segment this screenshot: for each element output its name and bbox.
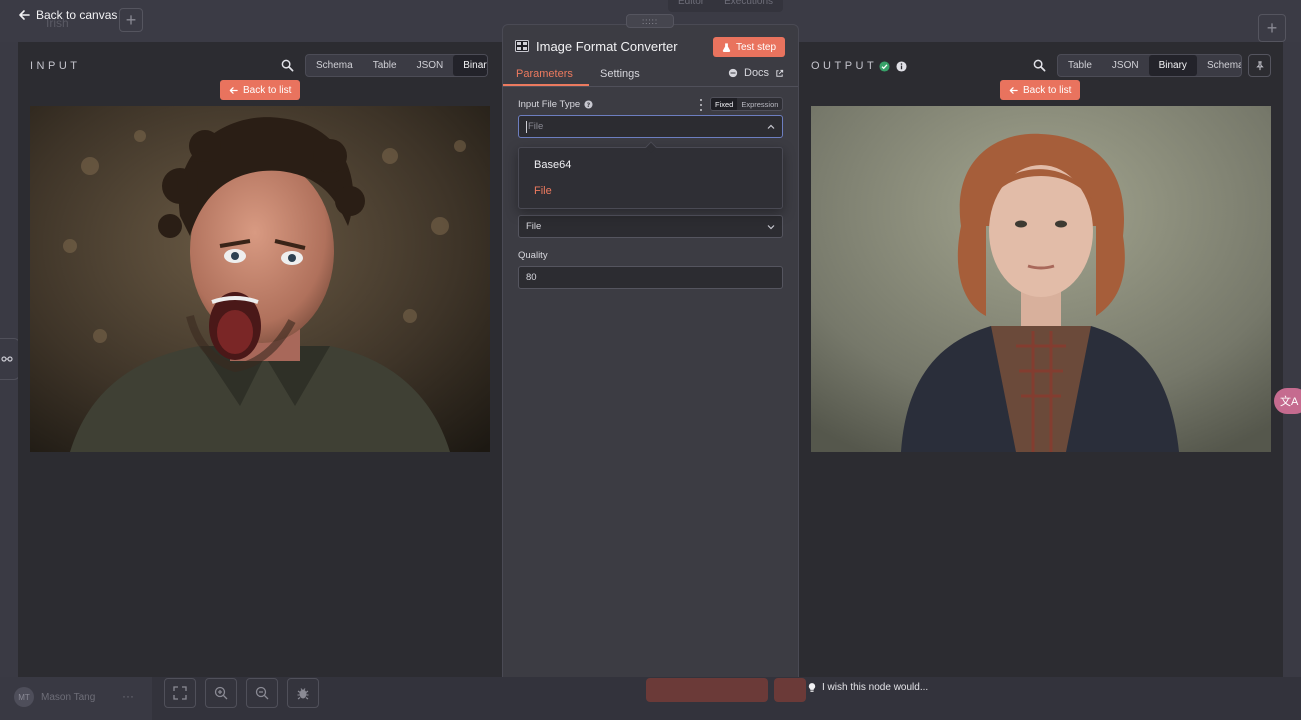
- bug-icon: [297, 688, 309, 700]
- info-icon[interactable]: [896, 60, 907, 72]
- back-to-canvas-label: Back to canvas: [36, 8, 118, 22]
- zoom-out-icon: [255, 686, 269, 700]
- book-icon: [728, 68, 738, 78]
- help-icon[interactable]: ?: [584, 100, 593, 109]
- fullscreen-icon: [173, 686, 187, 700]
- docs-label: Docs: [744, 67, 770, 79]
- user-name: Mason Tang: [41, 692, 96, 703]
- input-pane-header: INPUT: [30, 54, 81, 78]
- output-pane-title: OUTPUT: [811, 60, 878, 72]
- docs-link[interactable]: Docs: [728, 67, 784, 79]
- execute-workflow-button[interactable]: [646, 678, 768, 702]
- input-mode-json[interactable]: JSON: [407, 55, 454, 76]
- clear-execution-button[interactable]: [774, 678, 806, 702]
- lightbulb-icon: [808, 683, 816, 692]
- back-to-canvas-button[interactable]: Back to canvas: [18, 8, 117, 22]
- external-link-icon: [776, 69, 784, 77]
- output-mode-schema[interactable]: Schema: [1197, 55, 1241, 76]
- output-mode-binary[interactable]: Binary: [1148, 55, 1197, 76]
- input-back-to-list-label: Back to list: [243, 84, 292, 96]
- quality-label: Quality: [518, 250, 548, 261]
- zoom-out-button[interactable]: [246, 678, 278, 708]
- success-check-icon: [879, 60, 890, 72]
- test-step-button[interactable]: Test step: [713, 37, 786, 57]
- tab-parameters[interactable]: Parameters: [516, 68, 573, 80]
- tab-settings[interactable]: Settings: [600, 68, 640, 80]
- fixed-expression-toggle[interactable]: Fixed Expression: [710, 97, 784, 111]
- avatar[interactable]: MT: [14, 687, 34, 707]
- output-back-to-list-label: Back to list: [1023, 84, 1072, 96]
- debug-button[interactable]: [287, 678, 319, 708]
- link-icon: [1, 356, 13, 362]
- pin-data-button[interactable]: [1248, 54, 1271, 77]
- flask-icon: [722, 42, 731, 52]
- add-node-button[interactable]: +: [1258, 14, 1286, 42]
- input-file-type-select[interactable]: File: [518, 115, 783, 138]
- chevron-down-icon: [767, 225, 775, 230]
- output-back-to-list-button[interactable]: Back to list: [1000, 80, 1081, 100]
- input-file-type-label: Input File Type ?: [518, 99, 593, 110]
- output-binary-image: [811, 106, 1271, 452]
- panel-drag-handle[interactable]: :::::: [626, 14, 674, 28]
- field-options-icon[interactable]: [698, 99, 704, 111]
- input-mode-selector[interactable]: Schema Table JSON Binary: [305, 54, 488, 77]
- text-cursor: [526, 120, 527, 133]
- input-search-icon[interactable]: [280, 58, 294, 72]
- feedback-text: I wish this node would...: [822, 682, 929, 693]
- test-step-label: Test step: [736, 41, 777, 53]
- active-tab-indicator: [503, 84, 589, 86]
- dropdown-arrow: [645, 141, 657, 153]
- input-back-to-list-button[interactable]: Back to list: [220, 80, 301, 100]
- output-type-value: File: [526, 221, 542, 232]
- option-base64[interactable]: Base64: [534, 159, 571, 171]
- user-menu-button[interactable]: ···: [122, 689, 134, 703]
- input-file-type-placeholder: File: [528, 121, 544, 132]
- add-tab-button[interactable]: +: [119, 8, 143, 32]
- mode-expression[interactable]: Expression: [737, 98, 782, 110]
- input-mode-binary[interactable]: Binary: [453, 55, 487, 76]
- node-parameters-panel: Image Format Converter Test step Paramet…: [502, 24, 799, 696]
- arrow-left-icon: [229, 86, 238, 94]
- editor-tabs[interactable]: Editor Executions: [668, 0, 784, 12]
- left-edge-handle[interactable]: [0, 338, 20, 380]
- tab-editor[interactable]: Editor: [668, 0, 714, 12]
- quality-input[interactable]: 80: [518, 266, 783, 289]
- quality-value: 80: [526, 272, 537, 283]
- output-mode-json[interactable]: JSON: [1102, 55, 1149, 76]
- zoom-in-button[interactable]: [205, 678, 237, 708]
- arrow-left-icon: [19, 10, 30, 20]
- output-pane-header: OUTPUT: [811, 54, 907, 78]
- panel-header: Image Format Converter Test step Paramet…: [503, 25, 798, 87]
- svg-text:?: ?: [587, 102, 591, 109]
- output-type-select[interactable]: File: [518, 215, 783, 238]
- image-file-icon: [515, 40, 529, 52]
- fit-view-button[interactable]: [164, 678, 196, 708]
- output-search-icon[interactable]: [1032, 58, 1046, 72]
- input-pane-title: INPUT: [30, 60, 81, 72]
- node-title: Image Format Converter: [536, 39, 678, 54]
- zoom-in-icon: [214, 686, 228, 700]
- mode-fixed[interactable]: Fixed: [711, 98, 738, 110]
- pin-icon: [1255, 60, 1264, 70]
- translate-button[interactable]: 文A: [1274, 388, 1301, 414]
- input-mode-schema[interactable]: Schema: [306, 55, 363, 76]
- input-binary-image: [30, 106, 490, 452]
- tab-executions[interactable]: Executions: [714, 0, 783, 12]
- output-mode-selector[interactable]: Table JSON Binary Schema: [1057, 54, 1242, 77]
- chevron-up-icon: [767, 124, 775, 129]
- output-mode-table[interactable]: Table: [1058, 55, 1102, 76]
- input-mode-table[interactable]: Table: [363, 55, 407, 76]
- arrow-left-icon: [1009, 86, 1018, 94]
- option-file[interactable]: File: [534, 185, 552, 197]
- input-file-type-dropdown: Base64 File: [518, 141, 783, 209]
- node-feedback-prompt[interactable]: I wish this node would...: [808, 682, 928, 693]
